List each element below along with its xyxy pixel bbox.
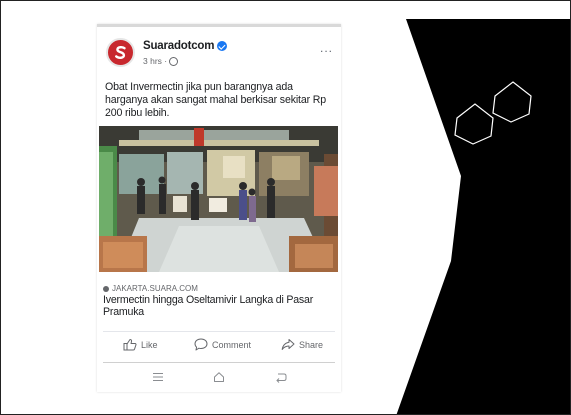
back-icon[interactable]: [275, 371, 287, 383]
post-actions: Like Comment Share: [97, 336, 341, 358]
comment-label: Comment: [212, 339, 252, 350]
thumbs-up-icon: [123, 339, 137, 351]
menu-icon[interactable]: [152, 371, 164, 383]
post-caption: Obat Invermectin jika pun barangnya ada …: [105, 81, 326, 119]
share-button[interactable]: Share: [281, 338, 323, 351]
post-photo[interactable]: [99, 126, 338, 272]
globe-icon: [103, 285, 109, 292]
link-preview[interactable]: JAKARTA.SUARA.COM Ivermectin hingga Osel…: [97, 272, 341, 327]
dark-panel-shape: [396, 19, 570, 414]
link-domain-text: JAKARTA.SUARA.COM: [112, 284, 198, 293]
verified-badge-icon: [217, 41, 228, 51]
nav-divider: [103, 362, 335, 363]
post-time[interactable]: 3 hrs ·: [143, 56, 167, 66]
like-button[interactable]: Like: [123, 338, 158, 351]
slide-frame: Suaradotcom 3 hrs · ... Obat Invermectin…: [0, 0, 571, 415]
like-label: Like: [141, 339, 158, 350]
phone-screenshot: Suaradotcom 3 hrs · ... Obat Invermectin…: [97, 24, 341, 392]
more-options-button[interactable]: ...: [320, 42, 333, 54]
page-name[interactable]: Suaradotcom: [143, 40, 228, 52]
link-title[interactable]: Ivermectin hingga Oseltamivir Langka di …: [103, 294, 333, 318]
home-icon[interactable]: [213, 371, 225, 383]
page-name-text[interactable]: Suaradotcom: [143, 40, 214, 52]
globe-icon: [169, 56, 179, 66]
action-divider: [103, 331, 335, 332]
link-domain: JAKARTA.SUARA.COM: [103, 284, 198, 293]
post-meta: 3 hrs ·: [143, 56, 179, 66]
comment-button[interactable]: Comment: [194, 338, 251, 351]
share-label: Share: [299, 339, 324, 350]
comment-bubble-icon: [194, 338, 208, 351]
phone-status-strip: [97, 24, 341, 27]
avatar-logo-glyph: [115, 46, 126, 59]
suara-logo-icon[interactable]: [106, 38, 135, 67]
share-arrow-icon: [281, 339, 295, 350]
android-nav-bar: [97, 364, 341, 392]
